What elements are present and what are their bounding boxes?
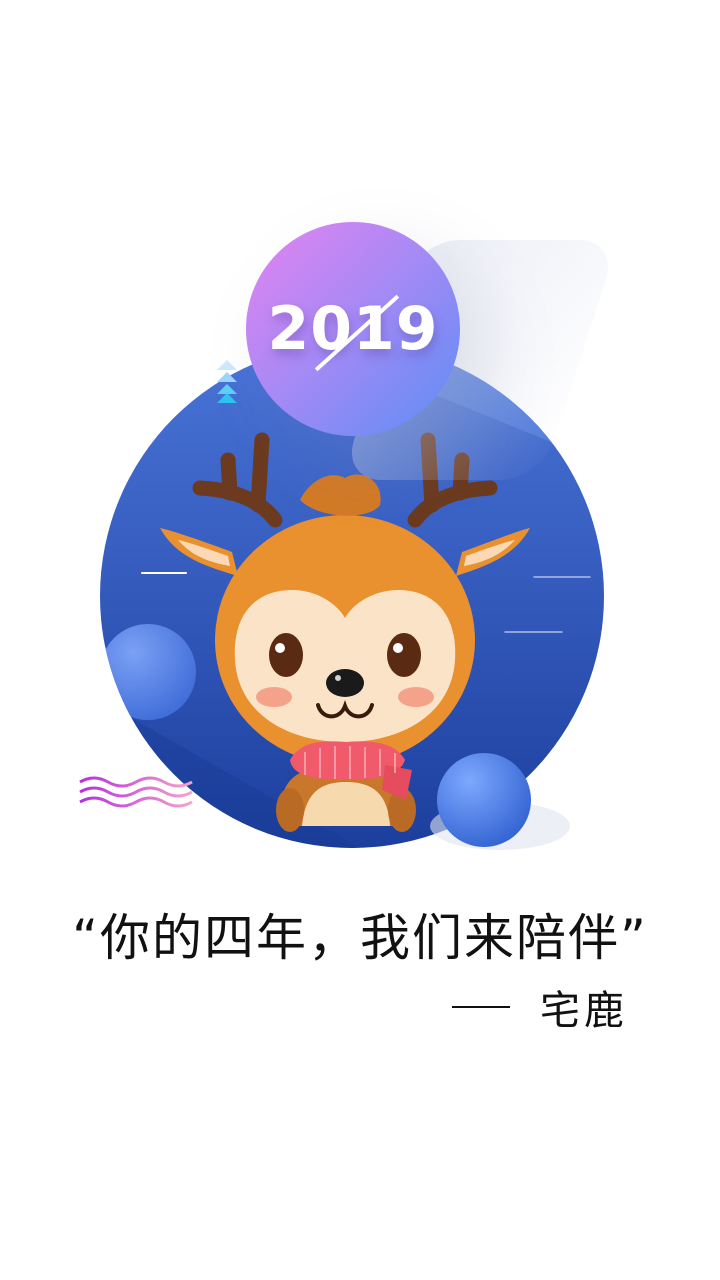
left-ball [100,624,196,720]
right-ball [437,753,531,847]
signature: 宅鹿 [452,982,628,1034]
slogan-quote: “你的四年，我们来陪伴” [72,909,648,967]
splash-illustration: 2019 [0,0,720,900]
signature-name: 宅鹿 [540,988,628,1034]
year-text: 2019 [267,294,439,364]
wave-lines-icon [79,776,193,808]
signature-dash [452,1006,510,1008]
